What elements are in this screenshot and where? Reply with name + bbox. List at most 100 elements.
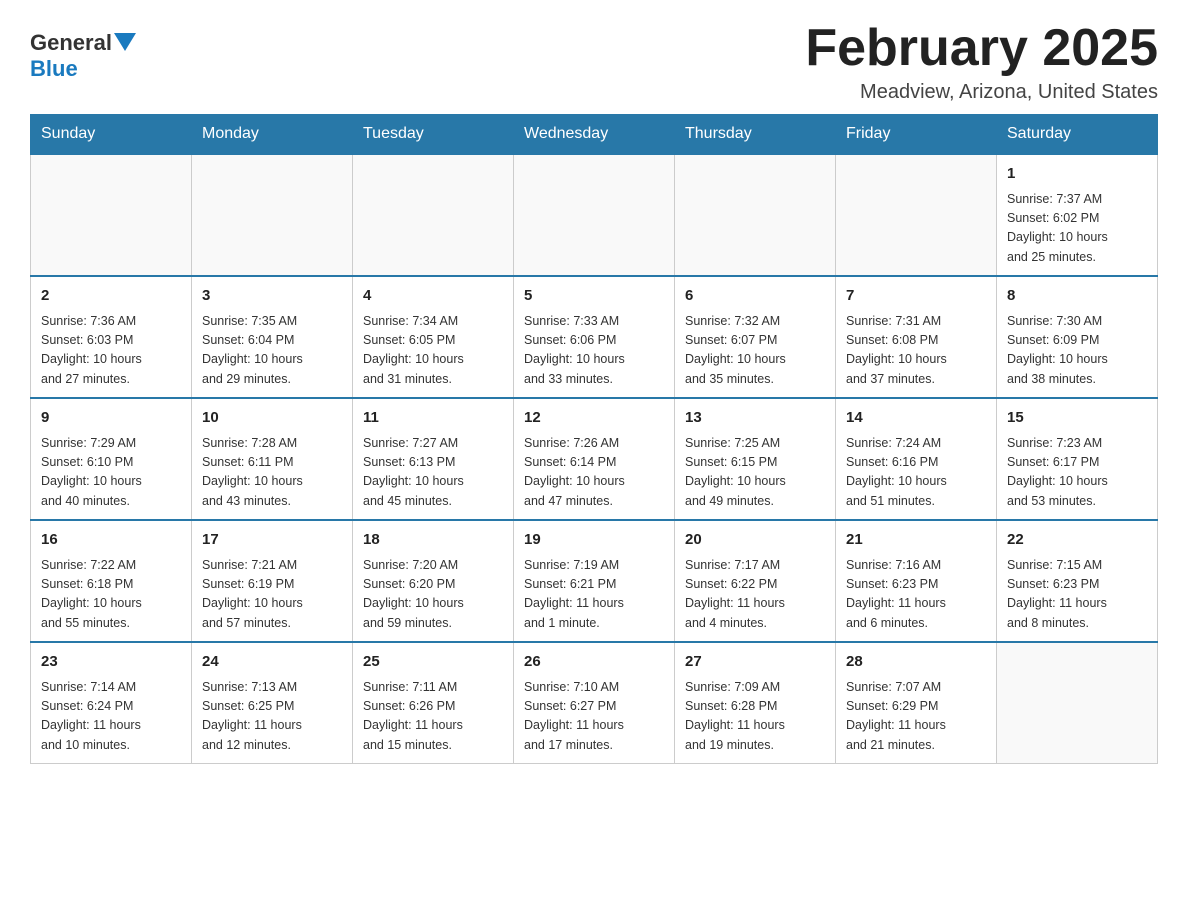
header-friday: Friday [836, 115, 997, 155]
table-row [353, 154, 514, 276]
day-info: Sunrise: 7:30 AMSunset: 6:09 PMDaylight:… [1007, 312, 1147, 390]
day-info: Sunrise: 7:10 AMSunset: 6:27 PMDaylight:… [524, 678, 664, 756]
day-number: 13 [685, 407, 825, 430]
day-number: 11 [363, 407, 503, 430]
table-row: 20Sunrise: 7:17 AMSunset: 6:22 PMDayligh… [675, 520, 836, 642]
day-info: Sunrise: 7:33 AMSunset: 6:06 PMDaylight:… [524, 312, 664, 390]
day-info: Sunrise: 7:09 AMSunset: 6:28 PMDaylight:… [685, 678, 825, 756]
table-row: 12 Sunrise: 7:26 AMSunset: 6:14 PMDayligh… [514, 398, 675, 520]
day-info: Sunrise: 7:29 AMSunset: 6:10 PMDaylight:… [41, 434, 181, 512]
table-row [514, 154, 675, 276]
header-monday: Monday [192, 115, 353, 155]
day-info: Sunrise: 7:16 AMSunset: 6:23 PMDaylight:… [846, 556, 986, 634]
day-number: 12 [524, 407, 664, 430]
table-row [675, 154, 836, 276]
day-number: 5 [524, 285, 664, 308]
month-title: February 2025 [805, 20, 1158, 77]
table-row: 22 Sunrise: 7:15 AMSunset: 6:23 PMDayligh… [997, 520, 1158, 642]
day-number: 9 [41, 407, 181, 430]
calendar-week-row: 9 Sunrise: 7:29 AMSunset: 6:10 PMDaylight… [31, 398, 1158, 520]
day-info: Sunrise: 7:20 AMSunset: 6:20 PMDaylight:… [363, 556, 503, 634]
day-info: Sunrise: 7:17 AMSunset: 6:22 PMDaylight:… [685, 556, 825, 634]
location-subtitle: Meadview, Arizona, United States [805, 81, 1158, 104]
day-info: Sunrise: 7:19 AMSunset: 6:21 PMDaylight:… [524, 556, 664, 634]
title-section: February 2025 Meadview, Arizona, United … [805, 20, 1158, 104]
table-row: 11Sunrise: 7:27 AMSunset: 6:13 PMDayligh… [353, 398, 514, 520]
calendar-week-row: 23 Sunrise: 7:14 AMSunset: 6:24 PMDayligh… [31, 642, 1158, 764]
calendar-header-row: Sunday Monday Tuesday Wednesday Thursday… [31, 115, 1158, 155]
table-row [997, 642, 1158, 764]
day-info: Sunrise: 7:26 AMSunset: 6:14 PMDaylight:… [524, 434, 664, 512]
table-row [836, 154, 997, 276]
table-row: 21 Sunrise: 7:16 AMSunset: 6:23 PMDayligh… [836, 520, 997, 642]
day-number: 1 [1007, 163, 1147, 186]
logo-triangle-icon [114, 33, 136, 51]
day-info: Sunrise: 7:24 AMSunset: 6:16 PMDaylight:… [846, 434, 986, 512]
logo: General Blue [30, 20, 136, 82]
header-wednesday: Wednesday [514, 115, 675, 155]
logo-general-text: General [30, 30, 112, 56]
table-row: 7Sunrise: 7:31 AMSunset: 6:08 PMDaylight… [836, 276, 997, 398]
day-info: Sunrise: 7:22 AMSunset: 6:18 PMDaylight:… [41, 556, 181, 634]
day-number: 19 [524, 529, 664, 552]
day-number: 22 [1007, 529, 1147, 552]
table-row: 9 Sunrise: 7:29 AMSunset: 6:10 PMDaylight… [31, 398, 192, 520]
table-row: 5 Sunrise: 7:33 AMSunset: 6:06 PMDaylight… [514, 276, 675, 398]
day-info: Sunrise: 7:25 AMSunset: 6:15 PMDaylight:… [685, 434, 825, 512]
day-info: Sunrise: 7:35 AMSunset: 6:04 PMDaylight:… [202, 312, 342, 390]
day-number: 28 [846, 651, 986, 674]
table-row: 8 Sunrise: 7:30 AMSunset: 6:09 PMDaylight… [997, 276, 1158, 398]
day-number: 2 [41, 285, 181, 308]
table-row: 14 Sunrise: 7:24 AMSunset: 6:16 PMDayligh… [836, 398, 997, 520]
day-number: 7 [846, 285, 986, 308]
day-number: 27 [685, 651, 825, 674]
day-number: 3 [202, 285, 342, 308]
header-sunday: Sunday [31, 115, 192, 155]
table-row: 4 Sunrise: 7:34 AMSunset: 6:05 PMDaylight… [353, 276, 514, 398]
day-number: 14 [846, 407, 986, 430]
header-saturday: Saturday [997, 115, 1158, 155]
day-info: Sunrise: 7:13 AMSunset: 6:25 PMDaylight:… [202, 678, 342, 756]
day-number: 23 [41, 651, 181, 674]
day-info: Sunrise: 7:21 AMSunset: 6:19 PMDaylight:… [202, 556, 342, 634]
table-row: 18Sunrise: 7:20 AMSunset: 6:20 PMDayligh… [353, 520, 514, 642]
day-number: 26 [524, 651, 664, 674]
table-row: 27 Sunrise: 7:09 AMSunset: 6:28 PMDayligh… [675, 642, 836, 764]
calendar-week-row: 2Sunrise: 7:36 AMSunset: 6:03 PMDaylight… [31, 276, 1158, 398]
day-number: 24 [202, 651, 342, 674]
calendar-week-row: 1 Sunrise: 7:37 AMSunset: 6:02 PMDaylight… [31, 154, 1158, 276]
table-row: 6Sunrise: 7:32 AMSunset: 6:07 PMDaylight… [675, 276, 836, 398]
day-info: Sunrise: 7:11 AMSunset: 6:26 PMDaylight:… [363, 678, 503, 756]
header-thursday: Thursday [675, 115, 836, 155]
table-row: 10 Sunrise: 7:28 AMSunset: 6:11 PMDayligh… [192, 398, 353, 520]
table-row: 24 Sunrise: 7:13 AMSunset: 6:25 PMDayligh… [192, 642, 353, 764]
day-number: 8 [1007, 285, 1147, 308]
day-info: Sunrise: 7:28 AMSunset: 6:11 PMDaylight:… [202, 434, 342, 512]
table-row: 23 Sunrise: 7:14 AMSunset: 6:24 PMDayligh… [31, 642, 192, 764]
table-row: 3 Sunrise: 7:35 AMSunset: 6:04 PMDaylight… [192, 276, 353, 398]
page-header: General Blue February 2025 Meadview, Ari… [30, 20, 1158, 104]
day-info: Sunrise: 7:34 AMSunset: 6:05 PMDaylight:… [363, 312, 503, 390]
table-row: 25 Sunrise: 7:11 AMSunset: 6:26 PMDayligh… [353, 642, 514, 764]
table-row: 1 Sunrise: 7:37 AMSunset: 6:02 PMDaylight… [997, 154, 1158, 276]
day-info: Sunrise: 7:14 AMSunset: 6:24 PMDaylight:… [41, 678, 181, 756]
table-row: 15 Sunrise: 7:23 AMSunset: 6:17 PMDayligh… [997, 398, 1158, 520]
day-number: 21 [846, 529, 986, 552]
day-number: 16 [41, 529, 181, 552]
day-number: 25 [363, 651, 503, 674]
day-number: 10 [202, 407, 342, 430]
table-row: 16 Sunrise: 7:22 AMSunset: 6:18 PMDayligh… [31, 520, 192, 642]
calendar-week-row: 16 Sunrise: 7:22 AMSunset: 6:18 PMDayligh… [31, 520, 1158, 642]
table-row: 26 Sunrise: 7:10 AMSunset: 6:27 PMDayligh… [514, 642, 675, 764]
table-row [192, 154, 353, 276]
calendar-table: Sunday Monday Tuesday Wednesday Thursday… [30, 114, 1158, 764]
day-info: Sunrise: 7:37 AMSunset: 6:02 PMDaylight:… [1007, 190, 1147, 268]
day-info: Sunrise: 7:23 AMSunset: 6:17 PMDaylight:… [1007, 434, 1147, 512]
day-number: 6 [685, 285, 825, 308]
table-row: 13 Sunrise: 7:25 AMSunset: 6:15 PMDayligh… [675, 398, 836, 520]
table-row: 2Sunrise: 7:36 AMSunset: 6:03 PMDaylight… [31, 276, 192, 398]
day-number: 17 [202, 529, 342, 552]
day-number: 15 [1007, 407, 1147, 430]
day-info: Sunrise: 7:15 AMSunset: 6:23 PMDaylight:… [1007, 556, 1147, 634]
day-number: 4 [363, 285, 503, 308]
